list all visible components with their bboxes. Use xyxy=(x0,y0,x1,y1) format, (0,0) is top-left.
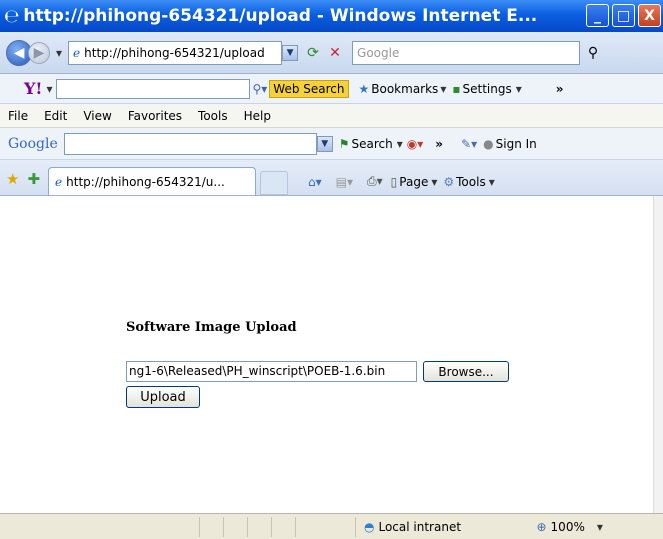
yahoo-search-input[interactable] xyxy=(56,78,251,99)
menu-favorites[interactable]: Favorites xyxy=(128,109,182,123)
google-search-icon: ⚑ xyxy=(338,136,350,151)
google-toolbar: Google ▼ ⚑ Search ▾ ◉▾ » ✎▾ ● Sign In xyxy=(0,128,663,160)
ie-logo-icon: ℮ xyxy=(4,5,20,27)
menu-bar: File Edit View Favorites Tools Help xyxy=(0,104,663,128)
status-cell-5 xyxy=(296,516,356,537)
feeds-icon[interactable]: ▤▾ xyxy=(336,175,353,189)
yahoo-search-icon[interactable]: ⚲▾ xyxy=(252,82,267,96)
status-cell-3 xyxy=(248,516,272,537)
forward-button[interactable]: ▶ xyxy=(28,41,50,64)
google-overflow-icon[interactable]: » xyxy=(435,137,443,151)
search-field[interactable]: Google xyxy=(352,40,581,65)
tab-label: http://phihong-654321/u... xyxy=(66,174,225,189)
vertical-scrollbar[interactable] xyxy=(653,196,663,513)
sign-in-button[interactable]: Sign In xyxy=(496,137,537,151)
status-text-cell xyxy=(0,516,200,537)
print-icon[interactable]: ⎙▾ xyxy=(367,174,383,189)
page-menu-button[interactable]: Page xyxy=(399,175,428,189)
google-search-input[interactable] xyxy=(63,132,317,155)
stop-icon[interactable]: ✕ xyxy=(324,42,346,64)
page-dropdown-icon[interactable]: ▾ xyxy=(431,175,437,189)
tools-menu-icon: ⚙ xyxy=(443,174,455,189)
title-bar: ℮ http://phihong-654321/upload - Windows… xyxy=(0,0,663,32)
close-button[interactable]: X xyxy=(638,4,661,27)
maximize-button[interactable]: □ xyxy=(612,4,635,27)
history-dropdown-icon[interactable]: ▾ xyxy=(56,46,62,60)
google-search-dropdown[interactable]: ▼ xyxy=(316,135,333,152)
zoom-icon: ⊕ xyxy=(536,519,547,534)
search-icon[interactable]: ⚲ xyxy=(582,42,604,64)
google-extras-icon[interactable]: ◉▾ xyxy=(407,137,424,151)
yahoo-logo[interactable]: Y! xyxy=(24,79,42,98)
tools-menu-button[interactable]: Tools xyxy=(456,175,486,189)
status-cell-2 xyxy=(224,516,248,537)
address-toolbar: ◀ ▶ ▾ ℯ http://phihong-654321/upload ▼ ⟳… xyxy=(0,32,663,74)
tab-command-bar: ★ ✚ ℯ http://phihong-654321/u... ⌂▾ ▤▾ ⎙… xyxy=(0,160,663,196)
browser-window: ℮ http://phihong-654321/upload - Windows… xyxy=(0,0,663,539)
browse-button[interactable]: Browse... xyxy=(423,361,509,382)
google-search-button[interactable]: Search xyxy=(352,137,393,151)
menu-tools[interactable]: Tools xyxy=(198,109,228,123)
google-logo[interactable]: Google xyxy=(8,136,58,152)
page-icon: ℯ xyxy=(73,45,81,60)
window-controls: _ □ X xyxy=(586,4,661,27)
bookmarks-dropdown-icon[interactable]: ▾ xyxy=(440,82,446,96)
zoom-dropdown-icon[interactable]: ▾ xyxy=(597,520,603,534)
wrench-icon[interactable]: ✎▾ xyxy=(461,137,477,151)
add-favorites-icon[interactable]: ✚ xyxy=(27,170,40,188)
page-content: Software Image Upload ng1-6\Released\PH_… xyxy=(0,196,653,513)
address-dropdown-button[interactable]: ▼ xyxy=(282,44,299,61)
page-menu-icon: ▯ xyxy=(390,174,398,189)
address-field[interactable]: ℯ http://phihong-654321/upload xyxy=(68,40,283,65)
zoom-level[interactable]: 100% xyxy=(551,520,585,534)
menu-view[interactable]: View xyxy=(83,109,111,123)
page-title: Software Image Upload xyxy=(126,320,297,335)
settings-icon: ▪ xyxy=(452,81,461,96)
google-search-dropdown-icon[interactable]: ▾ xyxy=(397,137,403,151)
file-path-input[interactable]: ng1-6\Released\PH_winscript\POEB-1.6.bin xyxy=(126,361,417,382)
bookmarks-button[interactable]: Bookmarks xyxy=(371,82,438,96)
minimize-button[interactable]: _ xyxy=(586,4,609,27)
refresh-icon[interactable]: ⟳ xyxy=(302,42,324,64)
yahoo-toolbar: Y! ▾ ⚲▾ Web Search ★ Bookmarks ▾ ▪ Setti… xyxy=(0,74,663,104)
menu-file[interactable]: File xyxy=(8,109,28,123)
upload-button[interactable]: Upload xyxy=(126,386,200,408)
sign-in-icon: ● xyxy=(483,136,494,151)
intranet-zone-icon: ◓ xyxy=(364,519,375,534)
status-cell-4 xyxy=(272,516,296,537)
status-cell-1 xyxy=(200,516,224,537)
tab-page-icon: ℯ xyxy=(55,174,63,189)
search-placeholder: Google xyxy=(357,45,400,60)
settings-dropdown-icon[interactable]: ▾ xyxy=(516,82,522,96)
yahoo-dropdown-icon[interactable]: ▾ xyxy=(46,82,52,96)
new-tab-button[interactable] xyxy=(260,171,289,195)
favorites-star-icon[interactable]: ★ xyxy=(6,170,19,188)
status-bar: ◓ Local intranet ⊕ 100% ▾ xyxy=(0,513,663,539)
menu-help[interactable]: Help xyxy=(244,109,271,123)
address-url: http://phihong-654321/upload xyxy=(84,45,265,60)
tools-dropdown-icon[interactable]: ▾ xyxy=(489,175,495,189)
tab-active[interactable]: ℯ http://phihong-654321/u... xyxy=(48,167,257,195)
menu-edit[interactable]: Edit xyxy=(44,109,67,123)
web-search-button[interactable]: Web Search xyxy=(269,79,349,98)
bookmarks-icon: ★ xyxy=(358,81,370,96)
toolbar-overflow-icon[interactable]: » xyxy=(556,82,564,96)
home-icon[interactable]: ⌂▾ xyxy=(308,175,322,189)
settings-button[interactable]: Settings xyxy=(462,82,511,96)
window-title: http://phihong-654321/upload - Windows I… xyxy=(23,6,538,26)
zone-label: Local intranet xyxy=(378,519,462,534)
